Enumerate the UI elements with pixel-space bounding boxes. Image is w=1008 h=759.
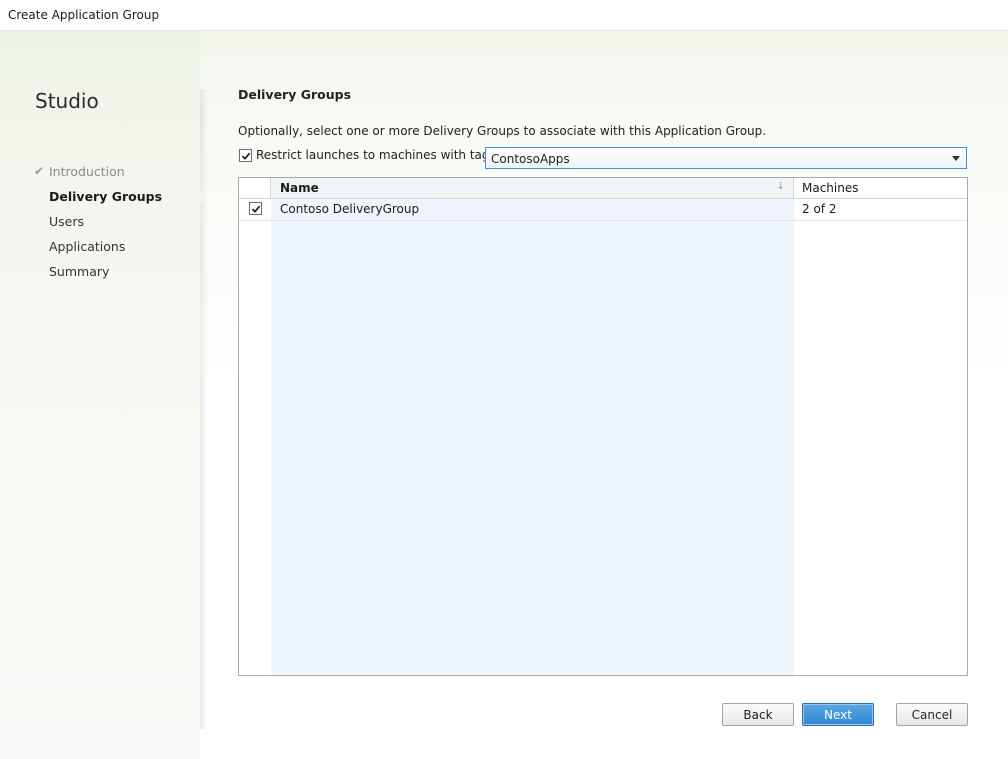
delivery-group-name: Contoso DeliveryGroup (280, 202, 420, 216)
checkmark-icon: ✔ (34, 164, 45, 178)
restrict-tag-row: Restrict launches to machines with tag: … (238, 147, 968, 169)
step-summary[interactable]: Summary (49, 264, 109, 279)
delivery-groups-table: Name ↓ Machines Contoso DeliveryGroup 2 … (238, 177, 968, 676)
step-introduction[interactable]: ✔ Introduction (34, 164, 125, 179)
next-button[interactable]: Next (802, 703, 874, 726)
page-description: Optionally, select one or more Delivery … (238, 124, 767, 138)
checkmark-icon (241, 152, 250, 160)
step-users[interactable]: Users (49, 214, 84, 229)
column-label: Machines (802, 181, 859, 195)
step-label: Introduction (49, 164, 125, 179)
brand-title: Studio (35, 89, 99, 113)
page-title: Delivery Groups (238, 87, 352, 102)
wizard-body: Studio ✔ Introduction Delivery Groups Us… (0, 31, 1008, 759)
sort-arrow-icon: ↓ (776, 181, 785, 192)
name-column-header[interactable]: Name ↓ (271, 178, 794, 198)
main-panel: Delivery Groups Optionally, select one o… (238, 31, 978, 759)
machines-count: 2 of 2 (802, 202, 837, 216)
cancel-button[interactable]: Cancel (896, 703, 968, 726)
wizard-sidebar: Studio ✔ Introduction Delivery Groups Us… (0, 31, 200, 759)
select-column-header (239, 178, 271, 198)
checkmark-icon (251, 205, 260, 213)
step-label: Delivery Groups (49, 189, 163, 204)
row-checkbox[interactable] (249, 202, 262, 215)
step-label: Summary (49, 264, 110, 279)
step-label: Applications (49, 239, 126, 254)
window-title: Create Application Group (8, 8, 160, 22)
back-button[interactable]: Back (722, 703, 794, 726)
sidebar-divider (200, 89, 208, 729)
table-row[interactable]: Contoso DeliveryGroup 2 of 2 (239, 198, 967, 221)
restrict-tag-checkbox[interactable] (239, 149, 252, 162)
title-bar: Create Application Group (0, 0, 1008, 31)
table-header: Name ↓ Machines (239, 178, 967, 199)
restrict-tag-label: Restrict launches to machines with tag: (256, 148, 494, 162)
column-label: Name (280, 181, 319, 195)
step-delivery-groups[interactable]: Delivery Groups (49, 189, 162, 204)
step-label: Users (49, 214, 85, 229)
current-step-pointer (199, 190, 206, 204)
tag-dropdown-value: ContosoApps (491, 152, 570, 166)
chevron-down-icon (952, 156, 960, 161)
machines-column-header[interactable]: Machines (794, 178, 967, 198)
step-applications[interactable]: Applications (49, 239, 125, 254)
tag-dropdown[interactable]: ContosoApps (485, 147, 967, 169)
